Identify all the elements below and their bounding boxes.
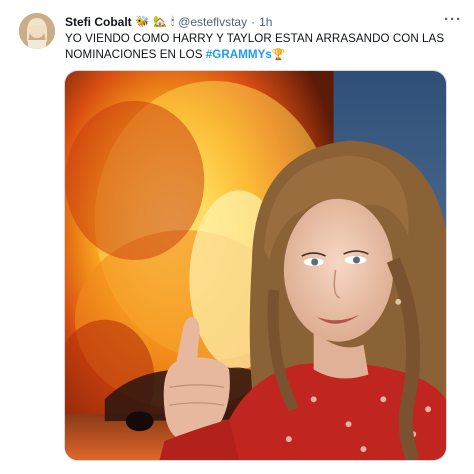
tweet-text-line2: NOMINACIONES EN LOS #GRAMMYs🏆 <box>65 47 445 63</box>
more-options-icon[interactable]: ··· <box>444 12 462 27</box>
name-emoji-house: 🏡 <box>153 15 168 28</box>
tweet-card[interactable]: Stefi Cobalt 🐝 🏡 🕯 @esteflvstay · 1h ···… <box>0 0 474 474</box>
avatar-image <box>19 13 55 49</box>
separator-dot: · <box>251 15 256 29</box>
name-emoji-candle: 🕯 <box>171 15 175 28</box>
tweet-header: Stefi Cobalt 🐝 🏡 🕯 @esteflvstay · 1h <box>65 14 457 30</box>
hashtag-link[interactable]: #GRAMMYs <box>206 48 272 61</box>
handle[interactable]: @esteflvstay <box>178 15 247 29</box>
trophy-emoji: 🏆 <box>271 48 286 61</box>
meme-image <box>65 71 446 460</box>
timestamp[interactable]: 1h <box>259 15 272 29</box>
tweet-text: YO VIENDO COMO HARRY Y TAYLOR ESTAN ARRA… <box>65 31 445 62</box>
tweet-text-line1: YO VIENDO COMO HARRY Y TAYLOR ESTAN ARRA… <box>65 32 445 45</box>
name-emoji-bee: 🐝 <box>135 15 150 28</box>
tweet-text-line2-prefix: NOMINACIONES EN LOS <box>65 47 206 61</box>
avatar[interactable] <box>19 13 55 49</box>
tweet-media[interactable] <box>64 70 447 461</box>
display-name[interactable]: Stefi Cobalt <box>65 15 132 29</box>
